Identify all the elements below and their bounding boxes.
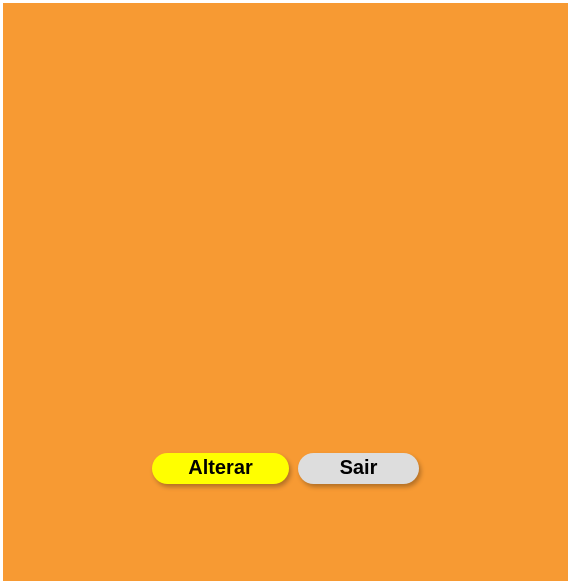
action-buttons: Alterar Sair bbox=[152, 453, 419, 484]
main-panel: Alterar Sair bbox=[3, 3, 568, 581]
alterar-button[interactable]: Alterar bbox=[152, 453, 289, 484]
sair-button[interactable]: Sair bbox=[298, 453, 419, 484]
